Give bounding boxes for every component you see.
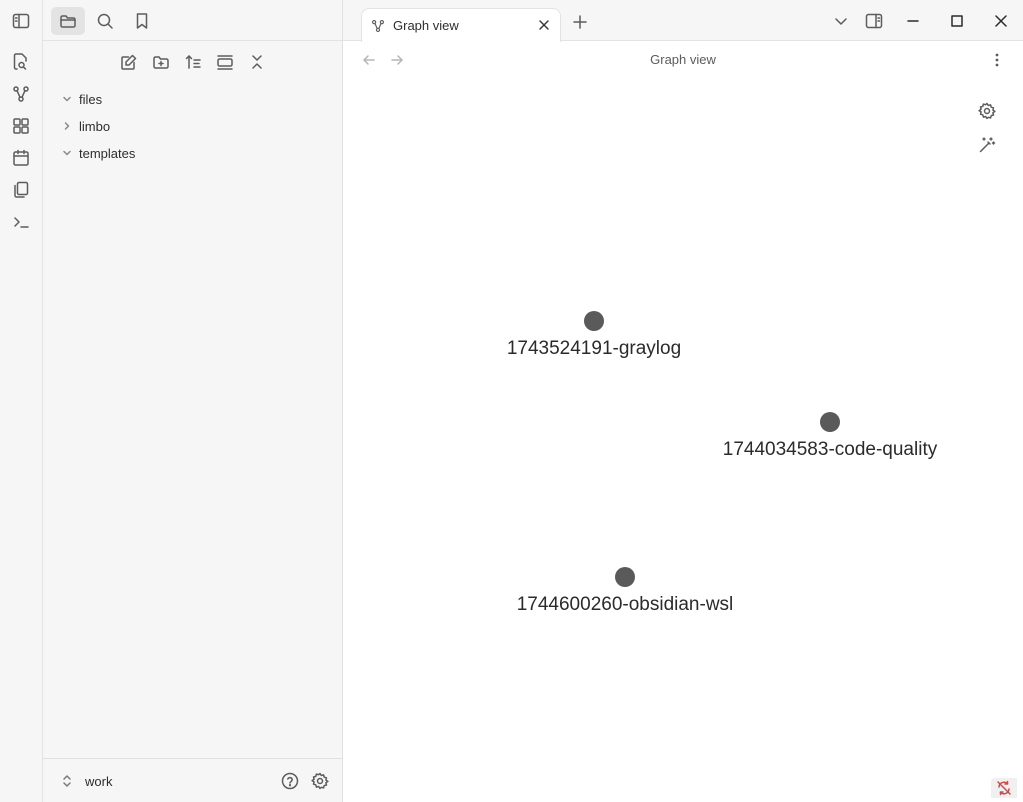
sidebar-divider [43,40,343,41]
canvas-icon[interactable] [8,113,34,139]
graph-icon[interactable] [8,81,34,107]
templates-icon[interactable] [8,177,34,203]
new-folder-icon [152,53,170,71]
graph-node[interactable] [584,311,604,331]
more-vertical-icon [989,52,1005,68]
tree-folder-files[interactable]: files [57,87,327,111]
graph-node[interactable] [820,412,840,432]
graph-node-label: 1744600260-obsidian-wsl [516,594,734,615]
bookmark-icon [133,12,151,30]
chevron-down-icon [57,141,77,165]
auto-reveal-button[interactable] [211,48,239,76]
main-area: Graph view Graph view 1743524191-graylog… [343,0,1023,802]
files-tab[interactable] [51,7,85,35]
tab-graph-view[interactable]: Graph view [361,8,561,42]
toggle-left-sidebar-icon[interactable] [8,8,34,34]
tree-folder-label: files [79,91,103,107]
maximize-icon [950,14,964,28]
ribbon [0,0,43,802]
close-tab-icon[interactable] [536,17,552,33]
tree-folder-label: limbo [79,118,111,134]
new-note-button[interactable] [115,48,143,76]
chevrons-up-down-icon [59,773,75,789]
graph-icon [371,19,385,33]
magic-wand-icon [978,136,996,154]
command-palette-icon[interactable] [8,209,34,235]
help-icon [281,772,299,790]
minimize-button[interactable] [902,10,924,32]
graph-settings-button[interactable] [975,99,999,123]
animate-graph-button[interactable] [975,133,999,157]
tab-list-button[interactable] [830,10,852,32]
graph-node-label: 1743524191-graylog [506,338,682,359]
left-sidebar: files limbo templates work [43,0,343,802]
chevron-right-icon [57,114,77,138]
settings-button[interactable] [308,769,332,793]
collapse-all-button[interactable] [243,48,271,76]
graph-node[interactable] [615,567,635,587]
tree-folder-limbo[interactable]: limbo [57,114,327,138]
new-tab-button[interactable] [570,12,590,32]
bookmarks-tab[interactable] [125,7,159,35]
close-icon [994,14,1008,28]
gear-icon [978,102,996,120]
vault-switcher[interactable]: work [59,769,112,793]
toggle-right-sidebar-button[interactable] [863,10,885,32]
tree-folder-label: templates [79,145,136,161]
chevron-down-icon [57,87,77,111]
vault-bar: work [43,758,343,802]
tab-label: Graph view [393,18,459,33]
close-window-button[interactable] [990,10,1012,32]
gear-icon [311,772,329,790]
help-button[interactable] [278,769,302,793]
graph-node-label: 1744034583-code-quality [722,439,938,460]
maximize-button[interactable] [946,10,968,32]
daily-note-icon[interactable] [8,145,34,171]
change-sort-order-button[interactable] [179,48,207,76]
collapse-all-icon [248,53,266,71]
open-quick-switcher-icon[interactable] [8,49,34,75]
minimize-icon [906,14,920,28]
more-options-button[interactable] [987,50,1007,70]
new-folder-button[interactable] [147,48,175,76]
plus-icon [572,14,588,30]
sidebar-right-icon [865,12,883,30]
new-note-icon [120,53,138,71]
view-header: Graph view [343,41,1023,79]
sort-icon [184,53,202,71]
folder-icon [59,12,77,30]
chevron-down-icon [834,14,848,28]
view-title: Graph view [650,52,716,67]
tab-bar: Graph view [343,0,1023,42]
search-icon [96,12,114,30]
vault-name: work [85,773,113,789]
sync-error-status[interactable] [991,778,1017,798]
reveal-icon [216,53,234,71]
sync-off-icon [996,780,1012,796]
graph-canvas[interactable]: 1743524191-graylog 1744034583-code-quali… [343,79,1023,802]
search-tab[interactable] [88,7,122,35]
tree-folder-templates[interactable]: templates [57,141,327,165]
